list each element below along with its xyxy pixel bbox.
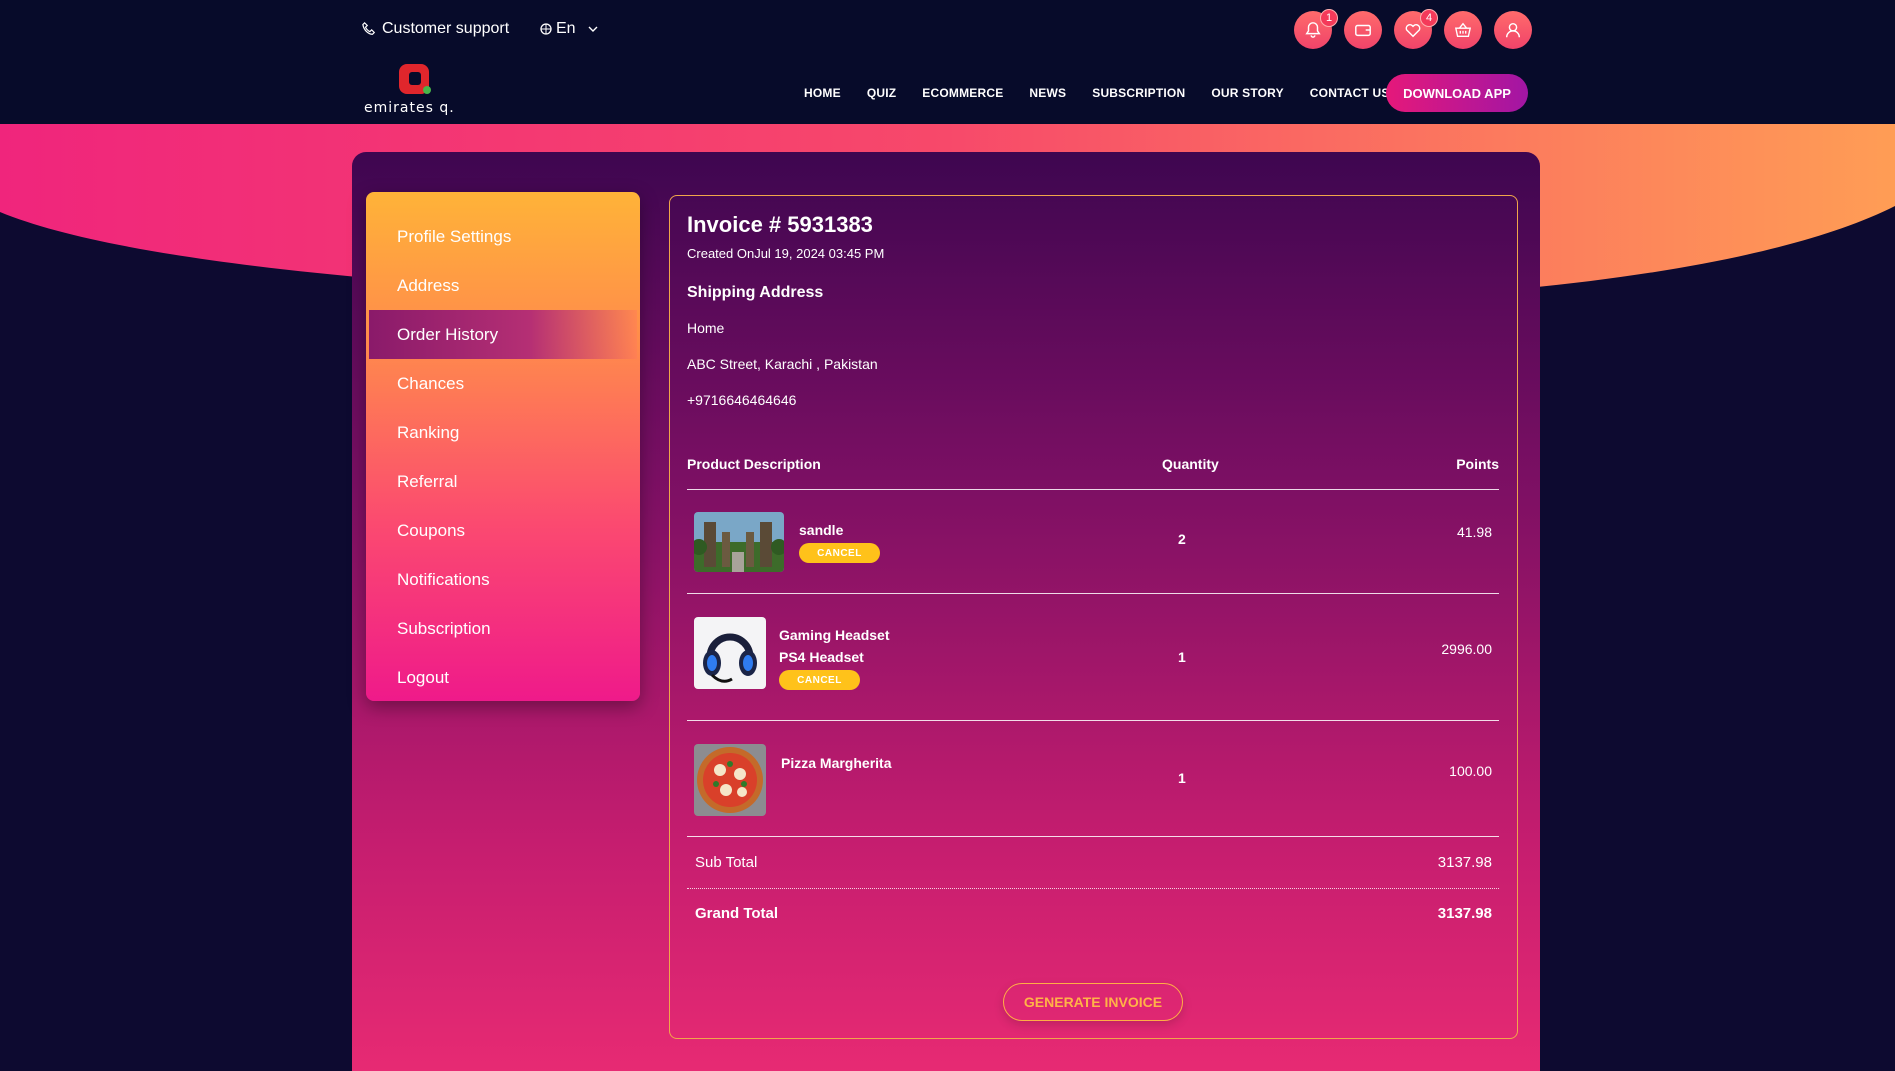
nav-ecommerce[interactable]: ECOMMERCE bbox=[922, 86, 1003, 100]
sidebar-item-notifications[interactable]: Notifications bbox=[366, 555, 640, 604]
nav-subscription[interactable]: SUBSCRIPTION bbox=[1092, 86, 1185, 100]
generate-invoice-button[interactable]: GENERATE INVOICE bbox=[1003, 983, 1183, 1021]
nav-quiz[interactable]: QUIZ bbox=[867, 86, 896, 100]
header-icon-group: 1 4 bbox=[1294, 9, 1532, 49]
customer-support-label: Customer support bbox=[382, 20, 510, 37]
sidebar-item-profile-settings[interactable]: Profile Settings bbox=[366, 212, 640, 261]
sidebar-item-address[interactable]: Address bbox=[366, 261, 640, 310]
logo-text: emirates q. bbox=[364, 100, 455, 116]
product-name: Pizza Margherita bbox=[781, 755, 892, 771]
shipping-address-phone: +9716646464646 bbox=[687, 392, 797, 408]
product-thumbnail-pizza[interactable] bbox=[694, 744, 766, 816]
top-header bbox=[0, 0, 1895, 124]
notification-badge: 1 bbox=[1320, 9, 1338, 27]
sidebar-item-chances[interactable]: Chances bbox=[366, 359, 640, 408]
row-divider bbox=[687, 836, 1499, 837]
product-quantity: 1 bbox=[1178, 770, 1186, 786]
product-thumbnail-sandle[interactable] bbox=[694, 512, 784, 572]
chevron-down-icon bbox=[588, 26, 598, 32]
product-points: 41.98 bbox=[1456, 524, 1492, 540]
product-quantity: 2 bbox=[1178, 531, 1186, 547]
row-divider bbox=[687, 720, 1499, 721]
cancel-button[interactable]: CANCEL bbox=[799, 543, 880, 563]
nav-our-story[interactable]: OUR STORY bbox=[1211, 86, 1283, 100]
col-quantity: Quantity bbox=[1162, 456, 1219, 472]
nav-home[interactable]: HOME bbox=[804, 86, 841, 100]
product-thumbnail-headset[interactable] bbox=[694, 617, 766, 689]
shipping-address-title: Shipping Address bbox=[687, 284, 824, 301]
download-app-button[interactable]: DOWNLOAD APP bbox=[1386, 74, 1528, 112]
subtotal-value: 3137.98 bbox=[1437, 854, 1492, 871]
basket-icon bbox=[1454, 22, 1472, 37]
wallet-icon bbox=[1355, 24, 1371, 37]
account-sidebar: Profile Settings Address Order History C… bbox=[366, 192, 640, 701]
phone-icon bbox=[362, 22, 376, 35]
sidebar-item-referral[interactable]: Referral bbox=[366, 457, 640, 506]
subtotal-label: Sub Total bbox=[695, 854, 758, 871]
sidebar-item-order-history[interactable]: Order History bbox=[369, 310, 637, 359]
cart-button[interactable] bbox=[1444, 11, 1482, 49]
language-label: En bbox=[556, 20, 576, 37]
heart-icon bbox=[1405, 24, 1421, 38]
product-name: sandle bbox=[799, 522, 844, 538]
col-points: Points bbox=[1456, 456, 1499, 472]
product-name: Gaming Headset bbox=[779, 627, 890, 643]
table-header-divider bbox=[687, 489, 1499, 490]
product-points: 100.00 bbox=[1449, 763, 1492, 779]
main-nav: HOME QUIZ ECOMMERCE NEWS SUBSCRIPTION OU… bbox=[804, 86, 1416, 100]
invoice-card bbox=[669, 195, 1518, 1039]
grand-total-label: Grand Total bbox=[695, 905, 779, 922]
nav-news[interactable]: NEWS bbox=[1029, 86, 1066, 100]
bell-icon bbox=[1305, 22, 1321, 38]
user-icon bbox=[1505, 22, 1521, 38]
wallet-button[interactable] bbox=[1344, 11, 1382, 49]
cancel-button[interactable]: CANCEL bbox=[779, 670, 860, 690]
col-product-description: Product Description bbox=[687, 456, 821, 472]
product-quantity: 1 bbox=[1178, 649, 1186, 665]
notifications-button[interactable]: 1 bbox=[1294, 9, 1338, 49]
invoice-created-date: Created OnJul 19, 2024 03:45 PM bbox=[687, 246, 885, 261]
wishlist-button[interactable]: 4 bbox=[1394, 9, 1438, 49]
shipping-address-label: Home bbox=[687, 320, 725, 336]
sidebar-item-logout[interactable]: Logout bbox=[366, 653, 640, 702]
sidebar-item-ranking[interactable]: Ranking bbox=[366, 408, 640, 457]
globe-icon bbox=[540, 23, 552, 35]
profile-button[interactable] bbox=[1494, 11, 1532, 49]
invoice-title: Invoice # 5931383 bbox=[687, 212, 873, 237]
shipping-address-street: ABC Street, Karachi , Pakistan bbox=[687, 356, 878, 372]
wishlist-badge: 4 bbox=[1420, 9, 1438, 27]
product-points: 2996.00 bbox=[1441, 641, 1492, 657]
sidebar-item-coupons[interactable]: Coupons bbox=[366, 506, 640, 555]
language-selector[interactable]: En bbox=[540, 18, 598, 40]
product-subname: PS4 Headset bbox=[779, 649, 864, 665]
row-divider bbox=[687, 593, 1499, 594]
customer-support-link[interactable]: Customer support bbox=[362, 18, 509, 40]
totals-divider bbox=[687, 888, 1499, 889]
nav-contact-us[interactable]: CONTACT US bbox=[1310, 86, 1390, 100]
sidebar-item-subscription[interactable]: Subscription bbox=[366, 604, 640, 653]
grand-total-value: 3137.98 bbox=[1437, 905, 1492, 922]
